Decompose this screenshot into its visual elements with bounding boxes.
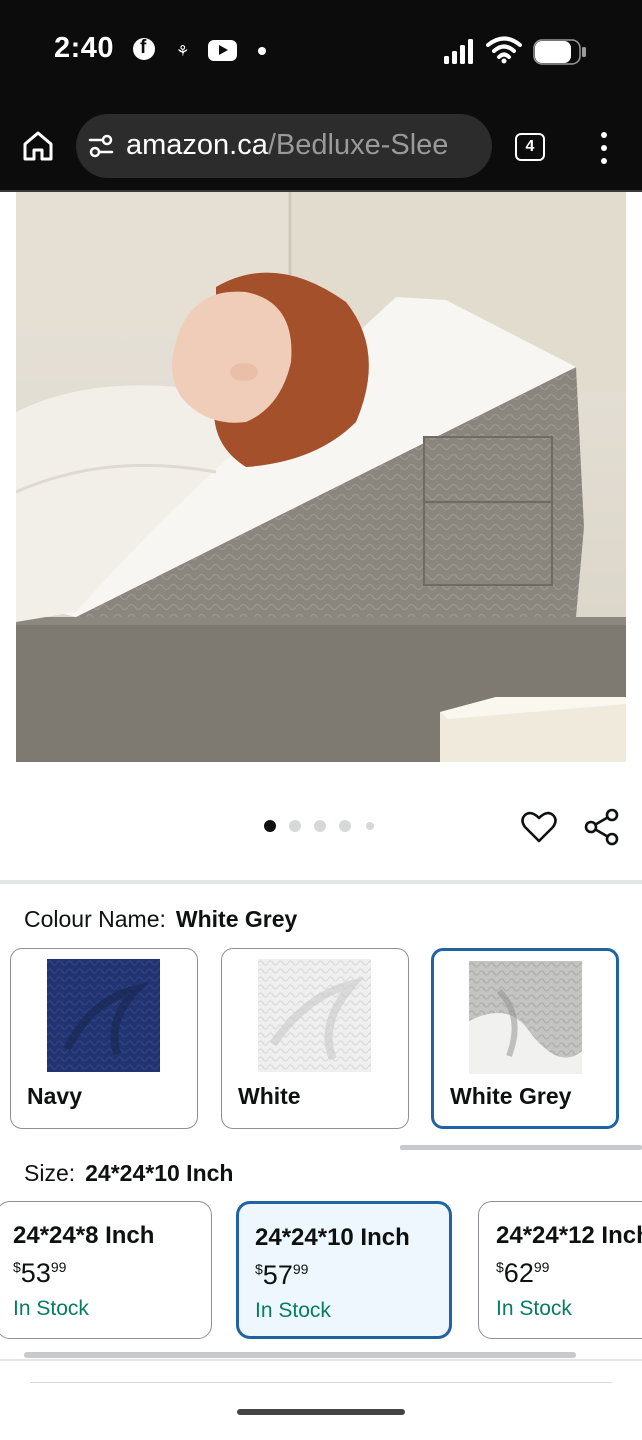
notification-dot-icon (258, 47, 266, 55)
colour-scrollbar[interactable] (400, 1145, 642, 1150)
swatch-label: White Grey (450, 1083, 572, 1109)
section-divider (30, 1382, 612, 1383)
wifi-icon (486, 36, 522, 64)
size-option-stock: In Stock (255, 1299, 331, 1322)
size-option-name: 24*24*10 Inch (255, 1224, 410, 1251)
swatch-label: White (238, 1083, 301, 1109)
size-option-price: $5399 (13, 1258, 67, 1288)
size-option-price: $5799 (255, 1260, 309, 1290)
size-option-price: $6299 (496, 1258, 550, 1288)
colour-name-label: Colour Name: White Grey (24, 906, 297, 933)
address-bar[interactable]: amazon.ca/Bedluxe-Slee (76, 114, 492, 178)
colour-selected-value: White Grey (175, 906, 298, 932)
battery-icon (533, 39, 586, 65)
status-bar: 2:40 ⚘ (0, 0, 642, 100)
facebook-icon (133, 37, 155, 60)
carousel-dot[interactable] (264, 820, 276, 832)
size-option-stock: In Stock (496, 1297, 572, 1320)
size-option-stock: In Stock (13, 1297, 89, 1320)
size-option-12-inch[interactable]: 24*24*12 Inch $6299 In Stock (478, 1201, 642, 1339)
more-vert-icon[interactable] (596, 130, 612, 166)
size-option-name: 24*24*12 Inch (496, 1222, 642, 1249)
size-option-8-inch[interactable]: 24*24*8 Inch $5399 In Stock (0, 1201, 212, 1339)
carousel-dot[interactable] (339, 820, 351, 832)
size-option-10-inch[interactable]: 24*24*10 Inch $5799 In Stock (236, 1201, 452, 1339)
product-image[interactable] (16, 192, 626, 762)
youtube-icon (208, 40, 237, 61)
colour-label-text: Colour Name: (24, 906, 166, 932)
url-host: amazon.ca (126, 129, 268, 161)
section-divider (0, 1359, 642, 1361)
url-path: /Bedluxe-Slee (267, 129, 449, 161)
swatch-image-white (258, 959, 371, 1072)
signal-icon (444, 39, 473, 64)
size-label-text: Size: (24, 1160, 76, 1186)
section-divider (0, 880, 642, 884)
snapchat-icon: ⚘ (176, 43, 190, 60)
size-option-name: 24*24*8 Inch (13, 1222, 155, 1249)
url-text: amazon.ca/Bedluxe-Slee (126, 129, 448, 162)
carousel-dot[interactable] (289, 820, 301, 832)
size-label: Size: 24*24*10 Inch (24, 1160, 233, 1187)
colour-option-white[interactable]: White (221, 948, 409, 1129)
home-icon[interactable] (20, 128, 56, 164)
swatch-label: Navy (27, 1083, 82, 1109)
size-scrollbar[interactable] (24, 1352, 576, 1358)
gesture-navigation-bar[interactable] (237, 1409, 405, 1415)
swatch-image-navy (47, 959, 160, 1072)
status-time: 2:40 (54, 32, 115, 64)
size-selected-value: 24*24*10 Inch (85, 1160, 234, 1186)
site-settings-icon[interactable] (88, 134, 114, 158)
colour-option-navy[interactable]: Navy (10, 948, 198, 1129)
colour-option-white-grey[interactable]: White Grey (431, 948, 619, 1129)
swatch-image-white-grey (469, 961, 582, 1074)
carousel-dot[interactable] (314, 820, 326, 832)
share-icon[interactable] (584, 808, 620, 846)
carousel-dot[interactable] (366, 822, 374, 830)
wishlist-heart-icon[interactable] (520, 808, 558, 846)
browser-toolbar: amazon.ca/Bedluxe-Slee 4 (0, 100, 642, 192)
tabs-icon[interactable]: 4 (515, 133, 545, 161)
